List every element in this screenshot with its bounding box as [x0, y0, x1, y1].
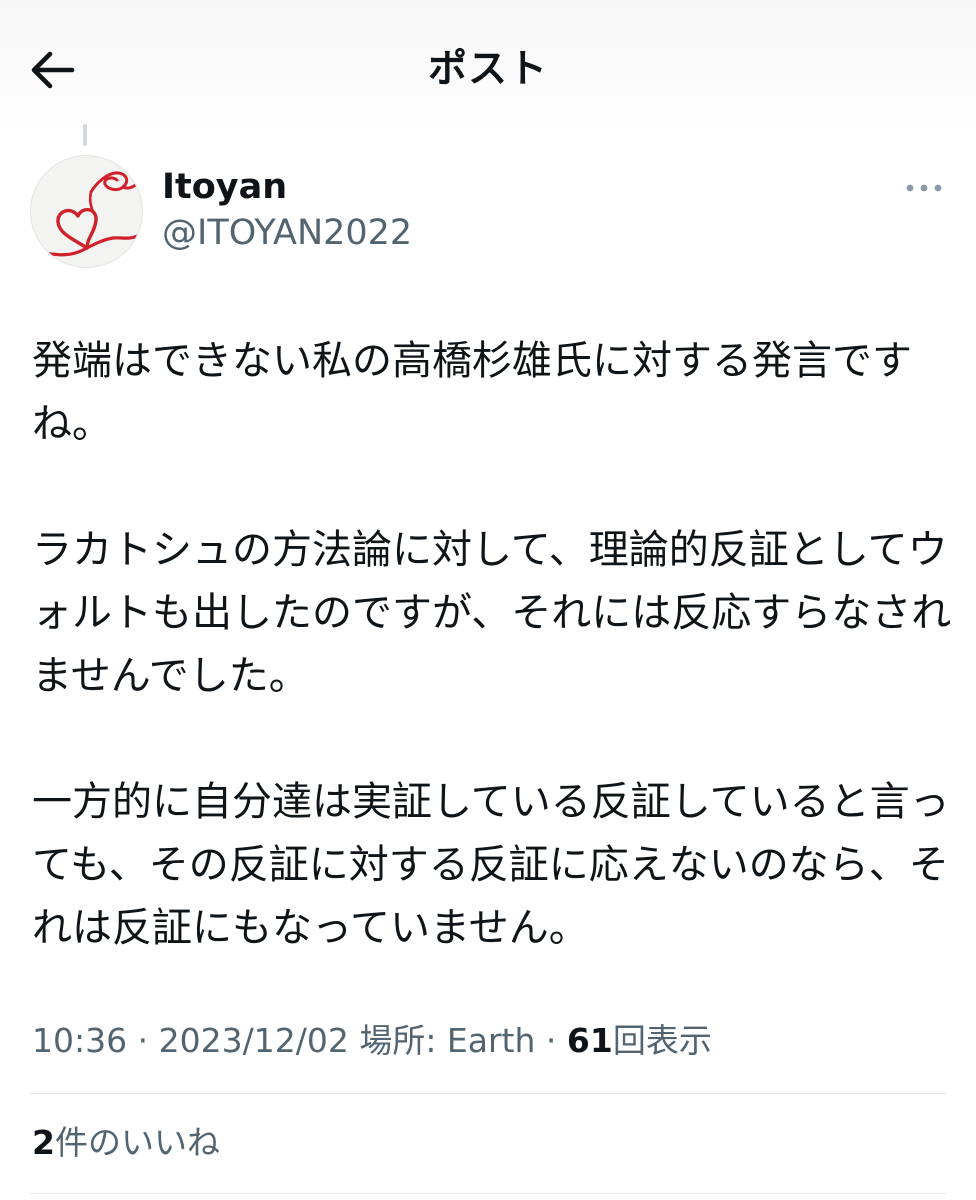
- divider: [30, 1193, 946, 1194]
- author-handle[interactable]: @ITOYAN2022: [162, 210, 412, 256]
- post-date[interactable]: 2023/12/02: [159, 1021, 349, 1060]
- likes-link[interactable]: 2件のいいね: [32, 1117, 220, 1169]
- author-display-name[interactable]: Itoyan: [162, 164, 287, 210]
- more-options-button[interactable]: [896, 166, 952, 210]
- divider: [30, 1093, 946, 1094]
- views-label: 回表示: [612, 1021, 712, 1060]
- meta-separator: ·: [545, 1021, 557, 1060]
- top-nav-bar: ポスト: [0, 0, 976, 128]
- post-text: 発端はできない私の高橋杉雄氏に対する発言ですね。 ラカトシュの方法論に対して、理…: [32, 338, 952, 951]
- likes-count: 2: [32, 1123, 55, 1162]
- red-heart-string-icon: [35, 171, 141, 257]
- meta-separator: ·: [137, 1021, 149, 1060]
- likes-label: 件のいいね: [54, 1123, 220, 1162]
- views-count: 61: [566, 1021, 613, 1060]
- thread-connector-line: [83, 124, 87, 146]
- page-title: ポスト: [427, 47, 548, 92]
- avatar[interactable]: [30, 155, 143, 268]
- post-time[interactable]: 10:36: [32, 1021, 127, 1060]
- post-metadata: 10:36 · 2023/12/02 場所: Earth · 61回表示: [32, 1016, 712, 1066]
- post-location: 場所: Earth: [359, 1021, 536, 1060]
- more-horizontal-icon: [906, 184, 942, 192]
